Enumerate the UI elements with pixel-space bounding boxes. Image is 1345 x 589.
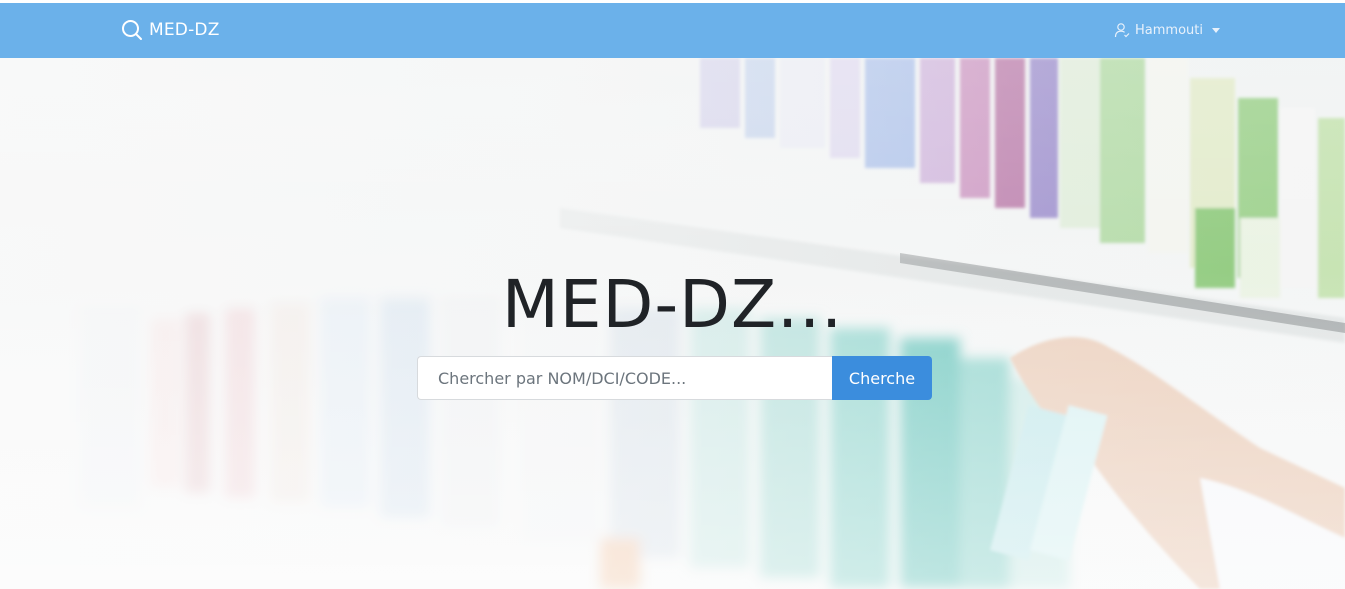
page: MED-DZ Hammouti MED-DZ... Chercher par N…: [0, 0, 1345, 589]
hero-section: MED-DZ... Cherche: [0, 58, 1345, 589]
navbar: MED-DZ Hammouti: [0, 3, 1345, 58]
user-name: Hammouti: [1135, 22, 1203, 38]
search-input[interactable]: [417, 356, 832, 400]
chevron-down-icon: [1211, 28, 1220, 33]
hero-title: MED-DZ...: [501, 266, 844, 343]
search-icon: [121, 19, 143, 41]
user-icon: [1114, 22, 1130, 38]
user-dropdown-toggle[interactable]: Hammouti: [1114, 22, 1220, 38]
brand-label: MED-DZ: [149, 20, 220, 40]
brand-link[interactable]: MED-DZ: [121, 19, 220, 41]
search-button[interactable]: Cherche: [832, 356, 932, 400]
search-form: Cherche: [417, 356, 932, 400]
